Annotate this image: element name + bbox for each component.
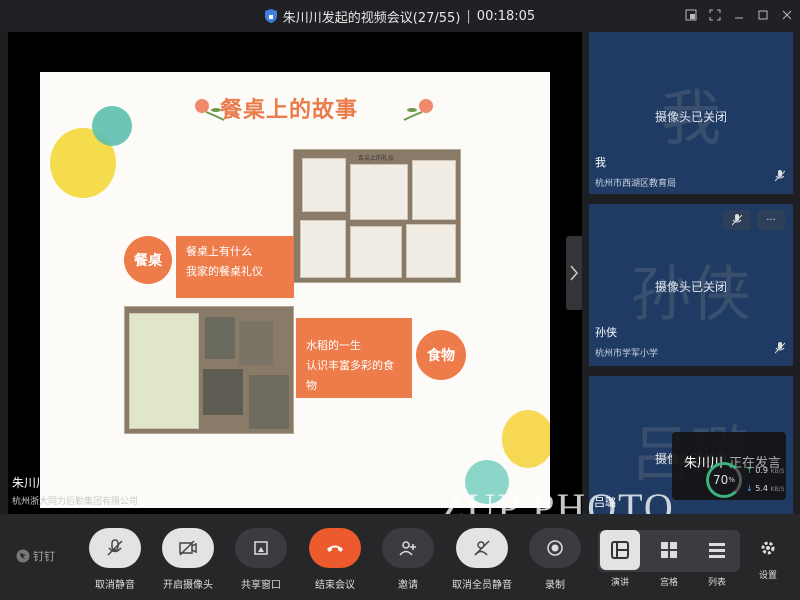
invite-label: 邀请 [398,580,418,591]
tag-dining-table: 餐桌 [124,236,172,284]
quality-value: 70 [713,473,729,487]
upload-unit: KB/S [770,468,785,475]
photo-caption: 舌尖上的礼仪 [358,155,395,162]
participant-tile-me[interactable]: 我 摄像头已关闭 我 杭州市西湖区教育局 [589,32,793,194]
camera-off-icon [179,540,197,556]
participant-name: 孙侠 [595,326,617,339]
block1-line1: 餐桌上有什么 [186,245,252,258]
record-button[interactable]: 录制 [520,528,590,591]
participant-tile-sunxia[interactable]: ··· 孙侠 摄像头已关闭 孙侠 杭州市学军小学 [589,204,793,366]
tag-food: 食物 [416,330,466,380]
add-user-icon [399,541,416,556]
minimize-icon[interactable] [732,8,746,22]
title-separator: | [466,8,471,24]
hang-up-icon [327,545,343,552]
mic-muted-icon [775,170,785,182]
close-icon[interactable] [780,8,794,22]
settings-button[interactable]: 设置 [752,540,784,581]
dingtalk-icon [16,549,30,563]
download-arrow-icon: ↓ [746,484,753,493]
unmute-button[interactable]: 取消静音 [80,528,150,591]
speech-layout-icon [611,541,629,559]
download-rate: 5.4 [755,484,768,493]
unmute-all-button[interactable]: 取消全员静音 [447,528,517,591]
flower-right-icon [403,99,433,121]
share-window-button[interactable]: 共享窗口 [226,528,296,591]
chevron-right-icon [570,265,578,281]
block1-line2: 我家的餐桌礼仪 [186,265,263,278]
mic-muted-icon [775,342,785,354]
start-camera-button[interactable]: 开启摄像头 [153,528,223,591]
brand-logo: 钉钉 [16,548,55,564]
slide-title: 餐桌上的故事 [220,98,359,123]
window-controls [684,8,794,22]
share-screen-icon [254,541,268,555]
download-unit: KB/S [770,486,785,493]
title-bar: 朱川川发起的视频会议(27/55) | 00:18:05 [0,0,800,32]
maximize-icon[interactable] [756,8,770,22]
end-meeting-button[interactable]: 结束会议 [300,528,370,591]
meeting-timer: 00:18:05 [476,8,536,24]
tile-more-button[interactable]: ··· [757,210,785,230]
participant-org: 杭州市学军小学 [595,349,659,359]
tile-mute-button[interactable] [723,210,751,230]
decor-teal-blob [92,106,132,146]
picture-in-picture-icon[interactable] [684,8,698,22]
decor-yellow-blob-2 [502,410,550,468]
record-label: 录制 [545,580,565,591]
layout-speech-label: 演讲 [610,578,629,588]
invite-button[interactable]: 邀请 [373,528,443,591]
grid-layout-icon [661,542,677,558]
network-quality-gauge: 70% [706,462,742,498]
shared-screen: 餐桌上的故事 舌尖上的礼仪 餐桌 餐桌上有什么 我家的餐桌礼仪 水稻的一生 认识… [8,32,582,514]
slide-photo-top: 舌尖上的礼仪 [293,149,461,283]
layout-grid-label: 宫格 [659,578,678,588]
fullscreen-icon[interactable] [708,8,722,22]
mic-muted-icon [732,214,742,226]
presentation-slide: 餐桌上的故事 舌尖上的礼仪 餐桌 餐桌上有什么 我家的餐桌礼仪 水稻的一生 认识… [40,72,550,508]
participant-org: 杭州市西湖区教育局 [595,179,677,189]
text-block-table: 餐桌上有什么 我家的餐桌礼仪 [176,236,294,298]
layout-list-button[interactable]: 列表 [696,530,738,588]
layout-speech-button[interactable]: 演讲 [599,530,641,588]
share-window-label: 共享窗口 [241,580,281,591]
presenter-name: 朱川川 [12,476,49,490]
upload-arrow-icon: ↑ [746,466,753,475]
gear-icon [761,541,775,555]
meeting-title-text: 朱川川发起的视频会议(27/55) [282,10,461,26]
unmute-label: 取消静音 [95,580,135,591]
network-stats: 70% ↑ 0.9 KB/S ↓ 5.4 KB/S [672,432,786,500]
text-block-food: 水稻的一生 认识丰富多彩的食物 [296,318,412,398]
block2-line1: 水稻的一生 [306,339,361,352]
layout-grid-button[interactable]: 宫格 [648,530,690,588]
block2-line2: 认识丰富多彩的食物 [306,359,394,392]
slide-photo-bottom [124,306,294,434]
camera-off-status: 摄像头已关闭 [654,280,727,294]
presenter-org: 杭州浙大同力后勤集团有限公司 [12,497,139,507]
end-meeting-label: 结束会议 [315,580,355,591]
mic-muted-icon [107,539,123,556]
list-layout-icon [709,543,725,558]
brand-name: 钉钉 [33,550,55,563]
lock-icon [264,9,277,23]
unmute-all-label: 取消全员静音 [452,580,512,591]
record-icon [547,540,563,556]
users-muted-icon [474,540,490,556]
expand-panel-button[interactable] [566,236,582,310]
camera-off-status: 摄像头已关闭 [654,110,727,124]
settings-label: 设置 [758,571,777,581]
participant-name: 我 [595,156,606,169]
start-camera-label: 开启摄像头 [163,580,213,591]
layout-list-label: 列表 [707,578,726,588]
quality-unit: % [728,476,735,484]
upload-rate: 0.9 [755,466,768,475]
meeting-title: 朱川川发起的视频会议(27/55) | 00:18:05 [0,0,800,32]
